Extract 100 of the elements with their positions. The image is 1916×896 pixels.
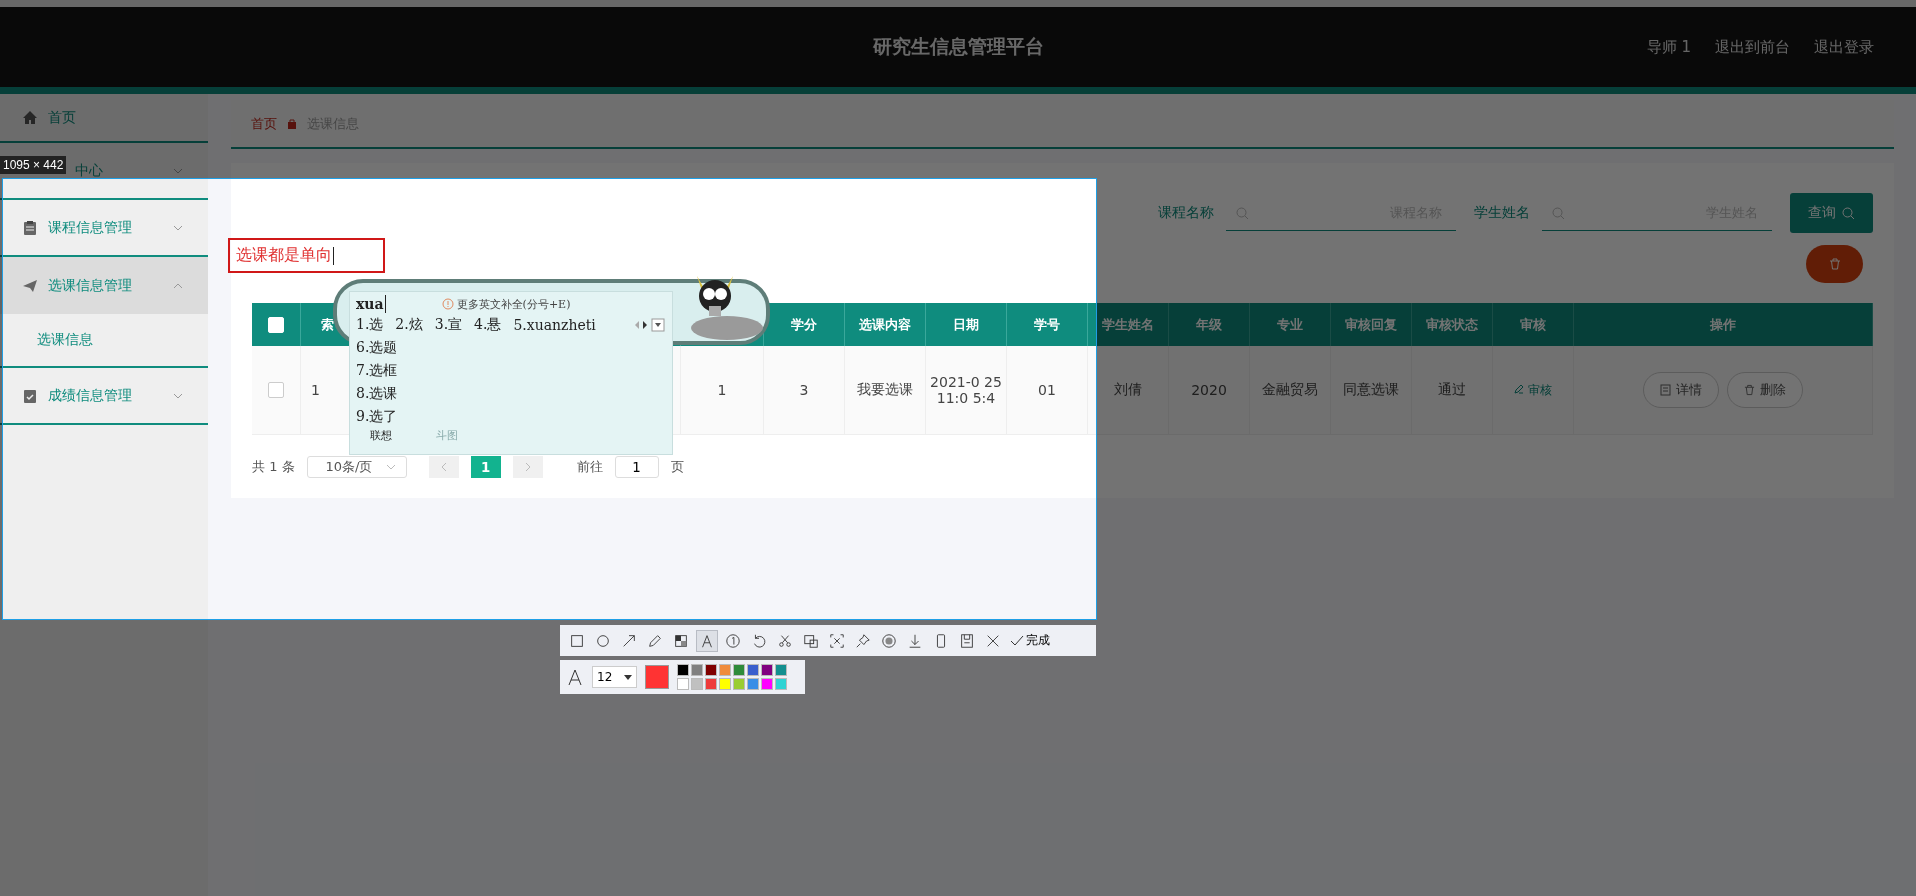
column-header: 专业 (1277, 315, 1303, 334)
search-icon (1842, 206, 1855, 220)
color-swatch[interactable] (719, 678, 731, 690)
column-header: 学分 (791, 315, 817, 334)
ime-candidate[interactable]: 1.选 (356, 316, 384, 334)
goto-label: 前往 (576, 458, 603, 476)
table-cell: 2021-0 25 11:0 5:4 (930, 374, 1002, 406)
search-icon (1552, 207, 1565, 220)
app-title: 研究生信息管理平台 (872, 35, 1044, 57)
done-button[interactable]: 完成 (1008, 632, 1052, 649)
annotation-text-box[interactable]: 选课都是单向 (228, 238, 385, 273)
column-header: 审核回复 (1345, 315, 1397, 334)
column-header: 索 (321, 315, 334, 334)
column-header: 审核 (1520, 315, 1546, 334)
sidebar-subitem[interactable]: 选课信息 (0, 314, 208, 368)
page-button[interactable]: 1 (470, 456, 501, 478)
selection-frame[interactable] (2, 178, 1097, 620)
ime-candidate[interactable]: 7.选框 (356, 359, 666, 382)
chevron-icon (385, 464, 396, 470)
goto-page-field[interactable]: 1 (614, 456, 659, 478)
color-swatch[interactable] (775, 664, 787, 676)
table-cell: 1 (311, 382, 320, 398)
color-swatch[interactable] (691, 678, 703, 690)
breadcrumb-link[interactable]: 首页 (251, 114, 277, 133)
ime-candidate[interactable]: 2.炫 (395, 316, 423, 334)
sidebar-item[interactable]: 成绩信息管理 (0, 368, 208, 425)
page-size-select[interactable]: 10条/页 (306, 456, 407, 478)
color-swatch[interactable] (761, 664, 773, 676)
table-cell: 刘倩 (1114, 381, 1142, 399)
ellipse-icon (595, 632, 611, 649)
record-icon (881, 632, 897, 649)
select-all-checkbox[interactable] (268, 316, 284, 333)
search-icon (1236, 207, 1249, 220)
ime-candidate[interactable]: 3.宣 (434, 316, 463, 334)
clipboard-icon (22, 219, 38, 236)
color-swatch[interactable] (761, 678, 773, 690)
color-swatch[interactable] (705, 664, 717, 676)
delete-row-button[interactable]: 删除 (1727, 372, 1803, 408)
delete-button[interactable] (1806, 245, 1863, 283)
header-link[interactable]: 退出到前台 (1715, 37, 1790, 57)
total-count: 共 1 条 (252, 458, 295, 476)
caret-icon (624, 674, 632, 680)
search-label: 学生姓名 (1474, 204, 1530, 222)
ime-candidate[interactable]: 4.悬 (474, 316, 502, 334)
bag-icon (287, 118, 297, 129)
color-swatch[interactable] (747, 664, 759, 676)
ime-candidate[interactable]: 8.选课 (356, 382, 666, 405)
info-icon (441, 298, 454, 310)
text-tool-button[interactable] (696, 629, 718, 652)
number-icon (725, 632, 741, 649)
font-size-select[interactable]: 12 (592, 666, 637, 688)
color-swatch[interactable] (733, 678, 745, 690)
table-cell: 01 (1038, 382, 1056, 398)
column-header: 年级 (1196, 315, 1222, 334)
ime-tab[interactable]: 联想 (370, 428, 392, 443)
mosaic-icon (673, 632, 689, 649)
table-cell: 3 (799, 382, 809, 398)
ime-candidate[interactable]: 9.选了 (356, 405, 666, 428)
current-color-swatch[interactable] (645, 665, 669, 689)
text-icon (699, 632, 715, 649)
header-link[interactable]: 导师 1 (1646, 37, 1691, 57)
sidebar-item[interactable]: 选课信息管理 (0, 257, 208, 314)
font-icon (566, 668, 584, 686)
details-button[interactable]: 详情 (1643, 372, 1719, 408)
pencil-icon (1514, 383, 1525, 394)
color-swatch[interactable] (705, 678, 717, 690)
color-swatch[interactable] (691, 664, 703, 676)
document-icon (1660, 384, 1671, 396)
trash-icon (1828, 258, 1841, 270)
color-swatch[interactable] (733, 664, 745, 676)
row-checkbox[interactable] (268, 382, 284, 398)
selection-size-label: 1095 × 442 (0, 156, 67, 174)
table-cell: 2020 (1191, 382, 1227, 398)
column-header: 学生姓名 (1102, 315, 1154, 334)
trash-icon (1744, 384, 1755, 396)
color-swatch[interactable] (775, 678, 787, 690)
ime-candidate[interactable]: 5.xuanzheti (513, 317, 596, 333)
header-link[interactable]: 退出登录 (1814, 37, 1874, 57)
ime-hint[interactable]: 更多英文补全(分号+E) (441, 296, 571, 312)
color-swatch[interactable] (677, 678, 689, 690)
review-link[interactable]: 审核 (1514, 381, 1552, 399)
color-swatch[interactable] (677, 664, 689, 676)
column-header: 操作 (1710, 315, 1736, 334)
ime-candidate[interactable]: 6.选题 (356, 336, 666, 359)
color-swatch[interactable] (719, 664, 731, 676)
check-icon (1010, 634, 1024, 647)
color-swatch[interactable] (747, 678, 759, 690)
page-suffix: 页 (670, 458, 684, 476)
column-header: 学号 (1034, 315, 1060, 334)
table-cell: 1 (717, 382, 727, 398)
search-button[interactable]: 查询 (1790, 193, 1873, 233)
table-cell: 同意选课 (1343, 381, 1399, 399)
search-label: 课程名称 (1158, 204, 1214, 222)
page-arrows-icon[interactable] (634, 318, 666, 332)
table-cell: 金融贸易 (1262, 381, 1318, 399)
pin-icon (855, 632, 871, 649)
column-header: 日期 (953, 315, 979, 334)
download-icon (907, 632, 923, 649)
chevron-right-icon (523, 462, 532, 472)
save-icon (959, 632, 975, 649)
